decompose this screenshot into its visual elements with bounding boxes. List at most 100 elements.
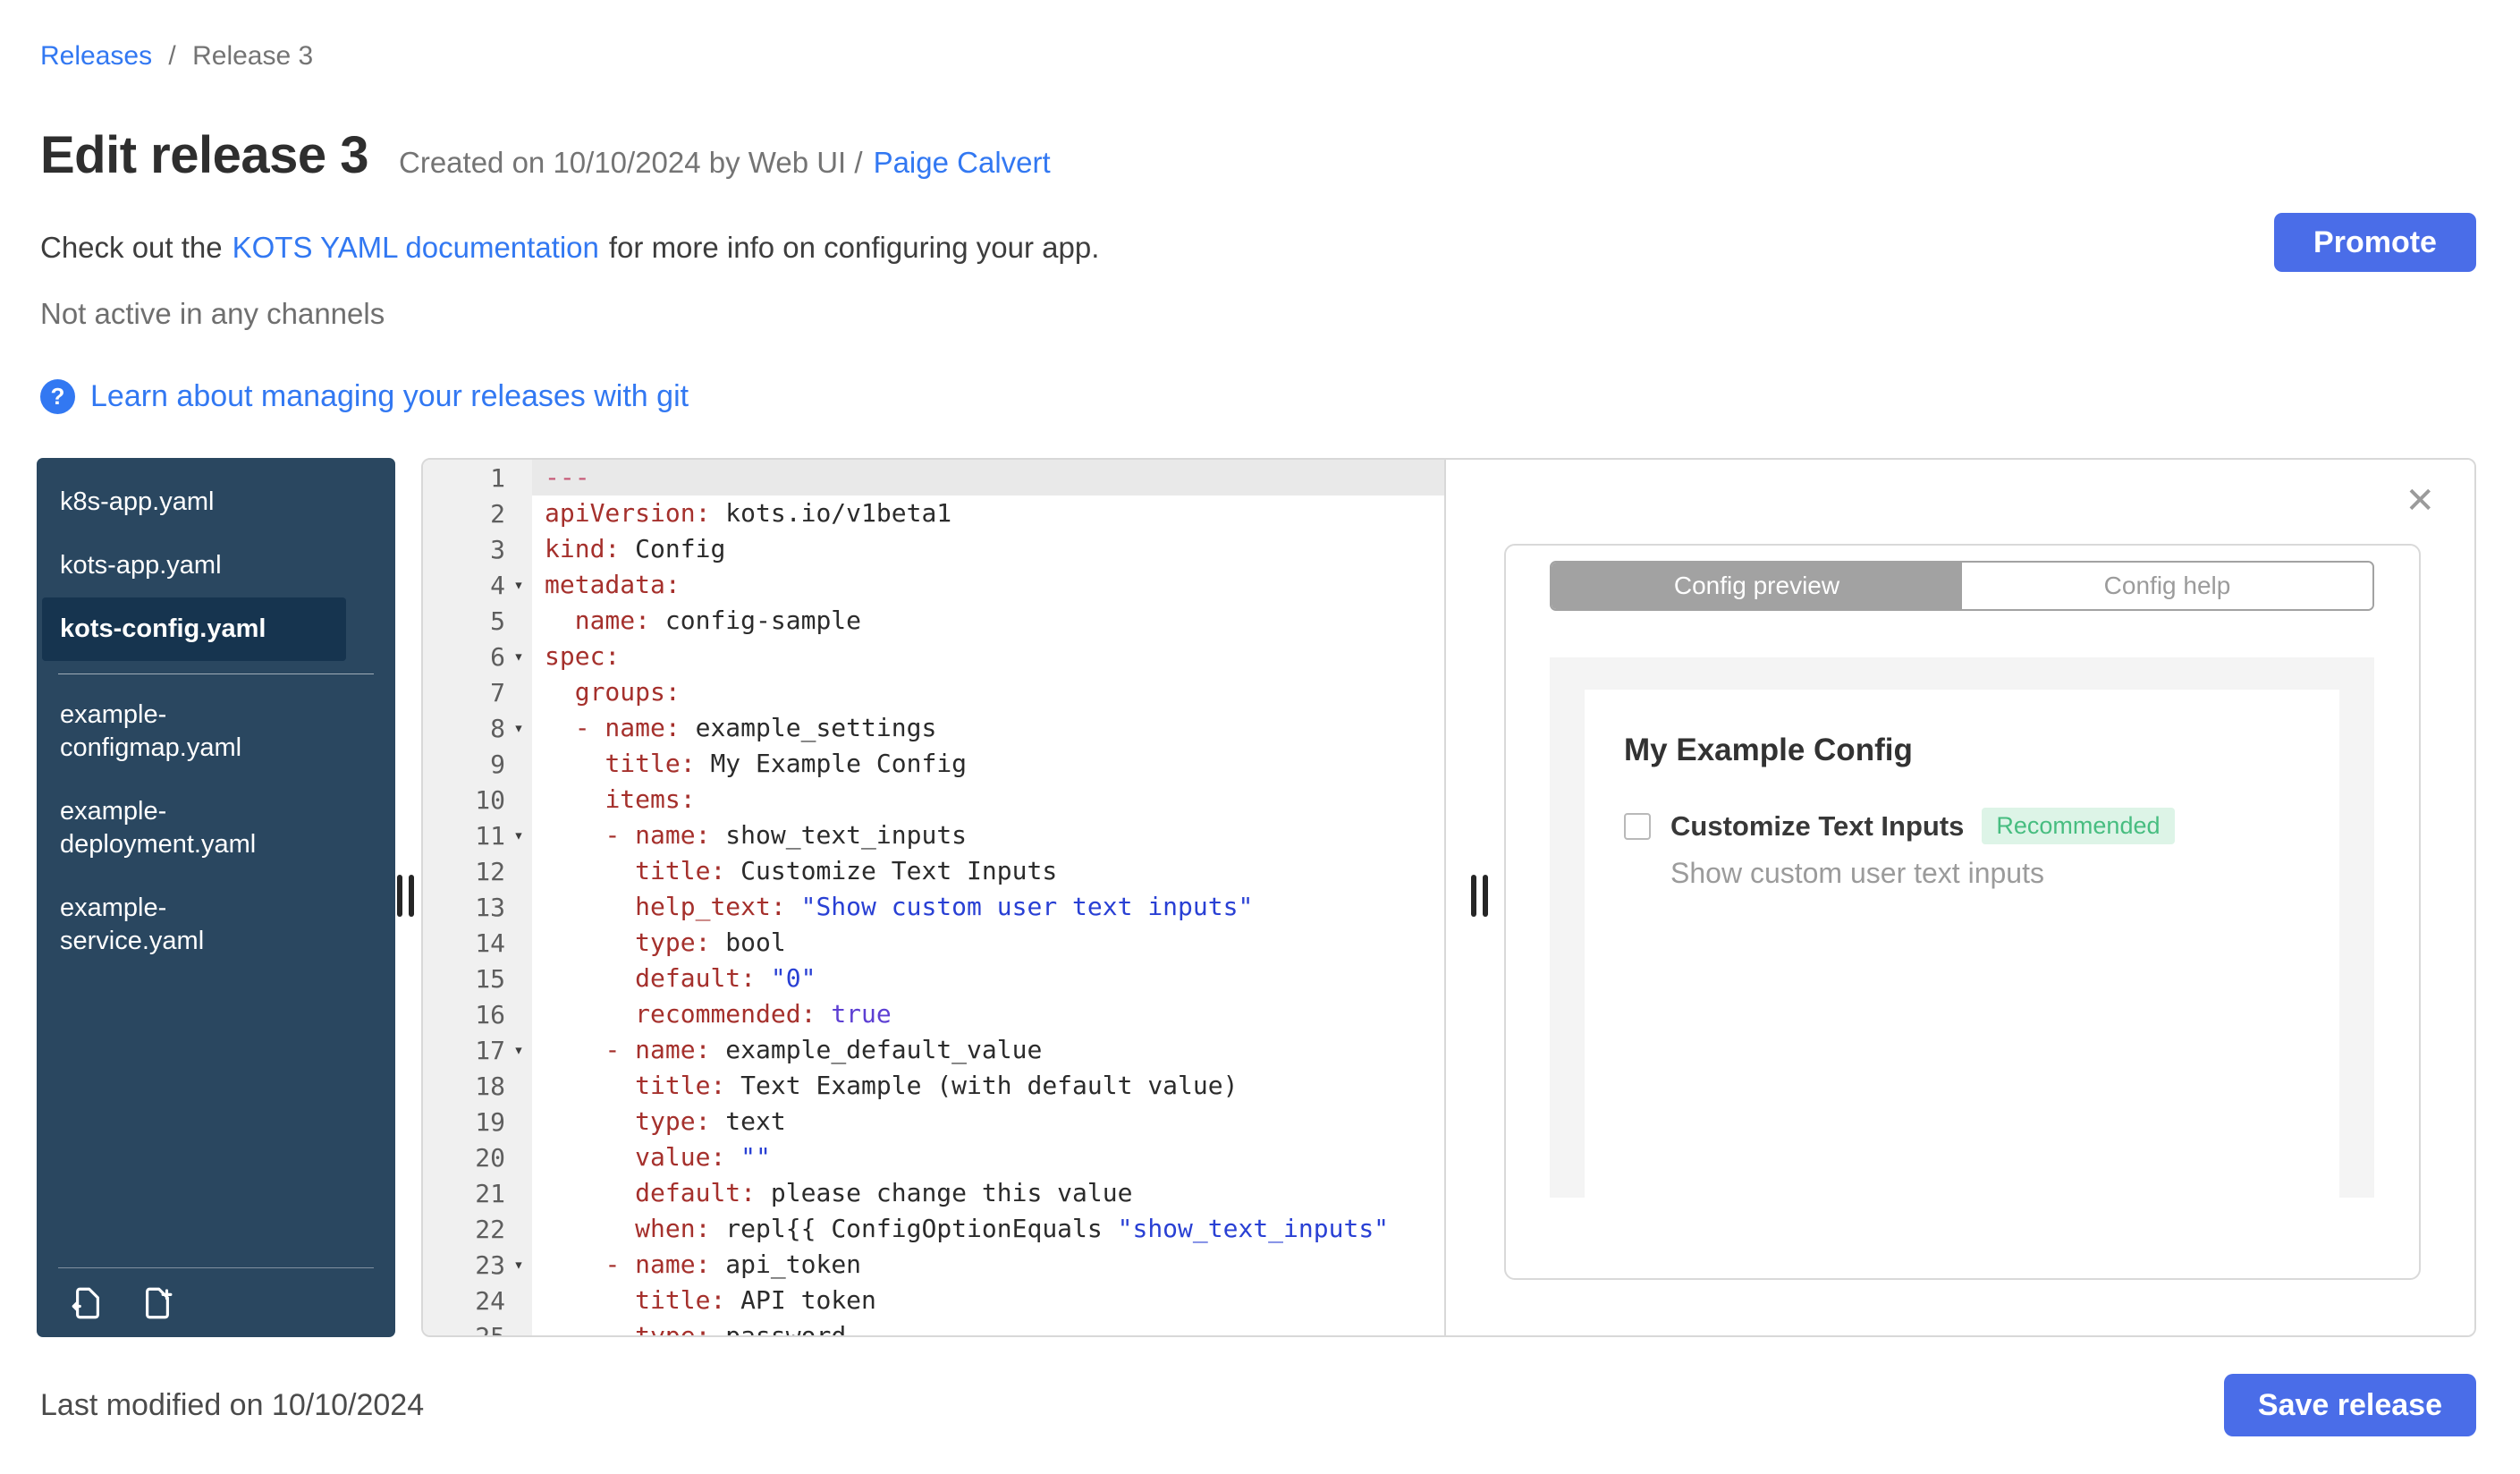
git-help-row: ? Learn about managing your releases wit… [40,379,689,414]
code-line-7[interactable]: groups: [532,674,1444,710]
gutter-line: 4 ▾ [423,567,532,603]
file-item-example-deployment-yaml[interactable]: example-deployment.yaml [37,780,301,877]
gutter-line: 20 [475,1142,505,1173]
gutter-line: 23 ▾ [423,1247,532,1283]
editor-container: 1 2 3 4 ▾ 5 6 ▾ 7 8 ▾ 9 10 11 ▾ 12 13 14 15 16 17 ▾ 18 19 20 21 22… [421,458,2476,1337]
author-link[interactable]: Paige Calvert [874,146,1051,180]
preview-tabs: Config preview Config help [1550,561,2374,611]
code-line-14[interactable]: type: bool [532,925,1444,961]
gutter-line: 5 [490,606,505,636]
gutter-line: 10 [475,784,505,815]
code-line-11[interactable]: - name: show_text_inputs [532,817,1444,853]
code-line-25[interactable]: type: password [532,1318,1444,1335]
config-card: My Example Config Customize Text Inputs … [1585,690,2339,1198]
code-line-17[interactable]: - name: example_default_value [532,1032,1444,1068]
gutter-line: 21 [475,1178,505,1208]
file-add-icon[interactable] [139,1284,176,1322]
gutter-line: 13 [475,892,505,922]
gutter-line: 9 [490,749,505,779]
code-line-13[interactable]: help_text: "Show custom user text inputs… [532,889,1444,925]
close-icon[interactable]: ✕ [2405,483,2435,519]
gutter-line: 14 [475,928,505,958]
sidebar-footer [58,1267,374,1337]
question-icon: ? [40,379,75,414]
code-line-6[interactable]: spec: [532,639,1444,674]
file-item-kots-config-yaml[interactable]: kots-config.yaml [42,597,346,661]
fold-arrow-icon[interactable]: ▾ [505,710,532,746]
fold-arrow-icon[interactable]: ▾ [505,1032,532,1068]
promote-button[interactable]: Promote [2274,213,2476,272]
code-line-18[interactable]: title: Text Example (with default value) [532,1068,1444,1104]
git-help-link[interactable]: Learn about managing your releases with … [90,379,689,414]
file-item-kots-app-yaml[interactable]: kots-app.yaml [37,534,341,597]
fold-arrow-icon[interactable]: ▾ [505,567,532,603]
release-editor-workspace: k8s-app.yaml kots-app.yaml kots-config.yam… [0,458,2520,1337]
code-line-23[interactable]: - name: api_token [532,1247,1444,1283]
code-line-1[interactable]: --- [532,460,1444,496]
gutter-line: 25 [475,1321,505,1337]
gutter-line: 11 ▾ [423,817,532,853]
config-preview-area: My Example Config Customize Text Inputs … [1550,657,2374,1198]
created-text: Created on 10/10/2024 by Web UI / [399,146,863,179]
code-lines[interactable]: --- apiVersion: kots.io/v1beta1 kind: Conf… [532,460,1444,1335]
file-import-icon[interactable] [69,1284,106,1322]
code-line-2[interactable]: apiVersion: kots.io/v1beta1 [532,496,1444,531]
breadcrumb: Releases / Release 3 [40,41,313,72]
kots-yaml-doc-link[interactable]: KOTS YAML documentation [233,231,599,265]
gutter: 1 2 3 4 ▾ 5 6 ▾ 7 8 ▾ 9 10 11 ▾ 12 13 14 15 16 17 ▾ 18 19 20 21 22… [423,460,532,1335]
gutter-line: 22 [475,1214,505,1244]
preview-card: Config preview Config help My Example Co… [1504,544,2421,1280]
title-row: Edit release 3 Created on 10/10/2024 by … [40,125,1051,185]
config-item-row: Customize Text Inputs Recommended [1624,808,2300,844]
gutter-line: 1 [490,462,505,493]
code-line-22[interactable]: when: repl{{ ConfigOptionEquals "show_te… [532,1211,1444,1247]
preview-resize-handle[interactable] [1471,875,1488,917]
code-line-8[interactable]: - name: example_settings [532,710,1444,746]
code-line-19[interactable]: type: text [532,1104,1444,1139]
fold-arrow-icon[interactable]: ▾ [505,639,532,674]
gutter-line: 2 [490,498,505,529]
doc-info-line: Check out the KOTS YAML documentation fo… [40,231,1099,265]
doc-prefix-text: Check out the [40,231,223,264]
code-line-10[interactable]: items: [532,782,1444,817]
fold-arrow-icon[interactable]: ▾ [505,1247,532,1283]
tab-config-help[interactable]: Config help [1962,563,2372,609]
breadcrumb-releases-link[interactable]: Releases [40,41,152,71]
gutter-line: 15 [475,963,505,994]
sidebar-resize-handle[interactable] [397,875,414,917]
breadcrumb-separator: / [168,41,176,71]
code-line-20[interactable]: value: "" [532,1139,1444,1175]
gutter-line: 12 [475,856,505,886]
code-line-21[interactable]: default: please change this value [532,1175,1444,1211]
file-item-example-configmap-yaml[interactable]: example-configmap.yaml [37,683,301,780]
gutter-line: 16 [475,999,505,1029]
file-item-example-service-yaml[interactable]: example-service.yaml [37,877,301,973]
preview-pane: ✕ Config preview Config help My Example … [1444,460,2474,1335]
save-release-button[interactable]: Save release [2223,1374,2476,1436]
gutter-line: 7 [490,677,505,707]
fold-arrow-icon[interactable]: ▾ [505,817,532,853]
last-modified-text: Last modified on 10/10/2024 [40,1388,425,1422]
customize-text-inputs-checkbox[interactable] [1624,812,1651,840]
channel-status: Not active in any channels [40,297,385,330]
code-line-24[interactable]: title: API token [532,1283,1444,1318]
file-item-k8s-app-yaml[interactable]: k8s-app.yaml [37,470,341,534]
code-line-15[interactable]: default: "0" [532,961,1444,996]
code-line-5[interactable]: name: config-sample [532,603,1444,639]
file-group-bottom: example-configmap.yaml example-deployment… [37,683,395,973]
code-line-12[interactable]: title: Customize Text Inputs [532,853,1444,889]
code-line-4[interactable]: metadata: [532,567,1444,603]
gutter-line: 17 ▾ [423,1032,532,1068]
code-line-16[interactable]: recommended: true [532,996,1444,1032]
tab-config-preview[interactable]: Config preview [1552,563,1962,609]
file-group-top: k8s-app.yaml kots-app.yaml kots-config.yam… [37,470,395,661]
breadcrumb-current: Release 3 [192,41,314,71]
gutter-line: 18 [475,1071,505,1101]
file-sidebar: k8s-app.yaml kots-app.yaml kots-config.yam… [37,458,395,1337]
config-group-title: My Example Config [1624,733,1913,767]
code-line-9[interactable]: title: My Example Config [532,746,1444,782]
created-info: Created on 10/10/2024 by Web UI / Paige … [399,146,1051,180]
gutter-line: 3 [490,534,505,564]
code-line-3[interactable]: kind: Config [532,531,1444,567]
config-item-label: Customize Text Inputs [1670,809,1965,842]
